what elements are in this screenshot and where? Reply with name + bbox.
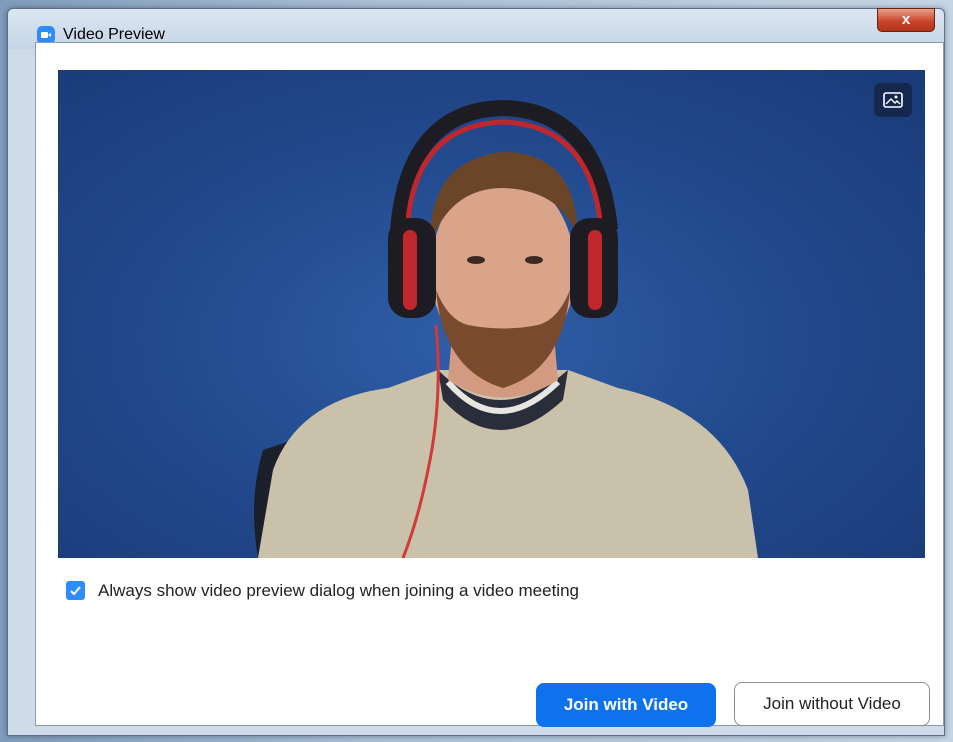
- video-preview: [58, 70, 925, 558]
- always-show-preview-checkbox[interactable]: [66, 581, 85, 600]
- join-without-video-button[interactable]: Join without Video: [734, 682, 930, 726]
- dialog-content: Always show video preview dialog when jo…: [35, 42, 944, 727]
- join-with-video-button[interactable]: Join with Video: [536, 683, 716, 727]
- always-show-preview-label[interactable]: Always show video preview dialog when jo…: [98, 581, 579, 601]
- background-settings-button[interactable]: [874, 83, 912, 117]
- camera-feed-person: [254, 99, 758, 558]
- close-button[interactable]: x: [877, 8, 935, 32]
- checkmark-icon: [70, 586, 81, 596]
- video-preview-window: Video Preview x Always show video previe…: [7, 8, 945, 736]
- image-icon: [883, 92, 903, 108]
